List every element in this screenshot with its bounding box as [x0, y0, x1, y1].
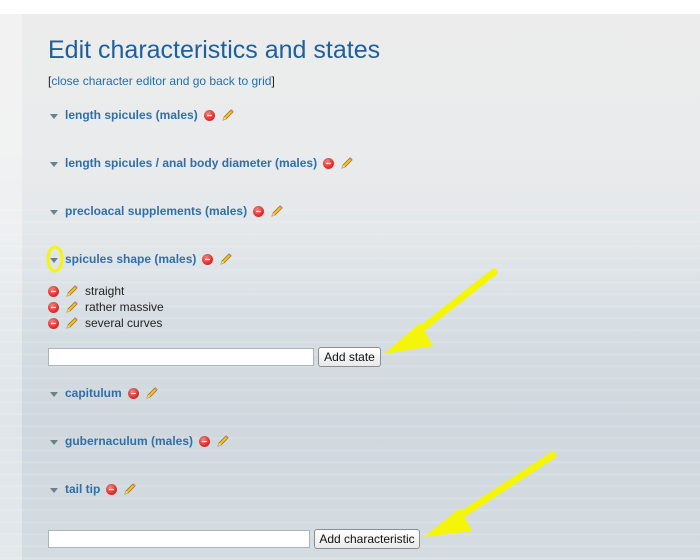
triangle-down-icon[interactable] — [50, 439, 58, 445]
character-label[interactable]: precloacal supplements (males) — [65, 204, 247, 218]
character-label[interactable]: gubernaculum (males) — [65, 434, 193, 448]
pencil-icon[interactable] — [65, 300, 79, 314]
pencil-icon[interactable] — [340, 156, 354, 170]
triangle-down-icon[interactable] — [50, 113, 58, 119]
character-row: gubernaculum (males) — [50, 432, 230, 450]
state-label: straight — [85, 284, 125, 298]
delete-icon[interactable] — [253, 205, 265, 217]
close-editor-link[interactable]: close character editor and go back to gr… — [51, 74, 271, 88]
delete-icon[interactable] — [48, 285, 59, 297]
pencil-icon[interactable] — [65, 316, 79, 330]
character-label[interactable]: length spicules (males) — [65, 108, 198, 122]
page-title: Edit characteristics and states — [48, 36, 381, 64]
character-row: precloacal supplements (males) — [50, 202, 284, 220]
delete-icon[interactable] — [48, 301, 59, 313]
character-label[interactable]: spicules shape (males) — [65, 252, 196, 266]
delete-icon[interactable] — [127, 387, 139, 399]
close-bracket: ] — [271, 74, 275, 88]
delete-icon[interactable] — [323, 157, 335, 169]
delete-icon[interactable] — [199, 435, 211, 447]
triangle-down-icon[interactable] — [50, 257, 58, 263]
state-row: straight — [48, 283, 124, 299]
arrow-icon — [384, 268, 498, 354]
arrow-icon — [424, 451, 557, 537]
delete-icon[interactable] — [106, 483, 118, 495]
delete-icon[interactable] — [202, 253, 214, 265]
triangle-down-icon[interactable] — [50, 391, 58, 397]
triangle-down-icon[interactable] — [50, 487, 58, 493]
state-row: several curves — [48, 315, 162, 331]
character-row: tail tip — [50, 480, 137, 498]
state-label: rather massive — [85, 300, 164, 314]
state-label: several curves — [85, 316, 163, 330]
state-row: rather massive — [48, 299, 164, 315]
character-row: capitulum — [50, 384, 159, 402]
character-label[interactable]: capitulum — [65, 386, 122, 400]
delete-icon[interactable] — [48, 317, 59, 329]
triangle-down-icon[interactable] — [50, 209, 58, 215]
left-strip — [0, 0, 22, 560]
back-link-wrapper: [close character editor and go back to g… — [48, 74, 275, 88]
pencil-icon[interactable] — [270, 204, 284, 218]
character-label[interactable]: length spicules / anal body diameter (ma… — [65, 156, 317, 170]
character-label[interactable]: tail tip — [65, 482, 100, 496]
pencil-icon[interactable] — [123, 482, 137, 496]
triangle-down-icon[interactable] — [50, 161, 58, 167]
pencil-icon[interactable] — [65, 284, 79, 298]
add-characteristic-button[interactable]: Add characteristic — [314, 529, 420, 549]
pencil-icon[interactable] — [145, 386, 159, 400]
add-state-input[interactable] — [48, 348, 314, 366]
top-strip — [0, 0, 700, 14]
character-row-expanded: spicules shape (males) — [50, 250, 233, 268]
pencil-icon[interactable] — [216, 434, 230, 448]
add-characteristic-input[interactable] — [48, 530, 310, 548]
add-state-button[interactable]: Add state — [318, 347, 381, 367]
pencil-icon[interactable] — [221, 108, 235, 122]
delete-icon[interactable] — [203, 109, 215, 121]
character-row: length spicules (males) — [50, 106, 235, 124]
pencil-icon[interactable] — [219, 252, 233, 266]
character-row: length spicules / anal body diameter (ma… — [50, 154, 354, 172]
